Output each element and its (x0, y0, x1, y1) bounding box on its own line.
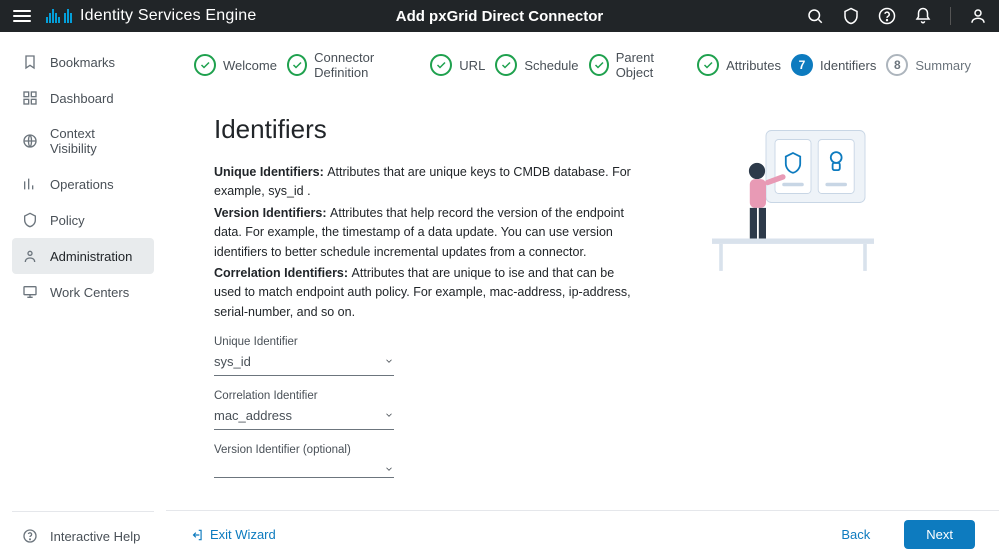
header-divider (950, 7, 951, 25)
sidebar: Bookmarks Dashboard Context Visibility O… (0, 32, 166, 558)
unique-identifier-select[interactable]: sys_id (214, 350, 394, 376)
step-summary[interactable]: 8 Summary (886, 54, 971, 76)
notifications-icon[interactable] (914, 7, 932, 25)
back-button[interactable]: Back (819, 520, 892, 549)
help-icon[interactable] (878, 7, 896, 25)
sidebar-divider (12, 511, 154, 512)
exit-icon (190, 528, 204, 542)
sidebar-item-administration[interactable]: Administration (12, 238, 154, 274)
unique-identifier-label: Unique Identifier (214, 336, 634, 348)
identifiers-illustration-icon (703, 118, 883, 278)
workcenters-icon (22, 284, 38, 300)
step-number: 7 (791, 54, 813, 76)
wizard-stepper: Welcome Connector Definition URL Schedul… (166, 32, 999, 90)
sidebar-item-workcenters[interactable]: Work Centers (12, 274, 154, 310)
exit-label: Exit Wizard (210, 527, 276, 542)
chevron-down-icon (384, 356, 394, 366)
correlation-ident-label: Correlation Identifiers: (214, 266, 352, 280)
step-label: Parent Object (616, 50, 687, 80)
sidebar-item-operations[interactable]: Operations (12, 166, 154, 202)
unique-ident-label: Unique Identifiers: (214, 165, 327, 179)
page-title: Add pxGrid Direct Connector (396, 8, 604, 25)
step-check-icon (697, 54, 719, 76)
step-welcome[interactable]: Welcome (194, 54, 277, 76)
sidebar-item-label: Administration (50, 249, 132, 264)
sidebar-item-bookmarks[interactable]: Bookmarks (12, 44, 154, 80)
sidebar-item-label: Policy (50, 213, 85, 228)
sidebar-item-label: Context Visibility (50, 126, 144, 156)
exit-wizard-button[interactable]: Exit Wizard (190, 527, 276, 542)
step-url[interactable]: URL (430, 54, 485, 76)
step-label: Welcome (223, 58, 277, 73)
step-check-icon (194, 54, 216, 76)
alerts-icon[interactable] (842, 7, 860, 25)
step-label: Identifiers (820, 58, 876, 73)
search-icon[interactable] (806, 7, 824, 25)
step-check-icon (589, 54, 609, 76)
cisco-logo (46, 9, 72, 23)
unique-identifier-value: sys_id (214, 354, 251, 369)
sidebar-item-label: Dashboard (50, 91, 114, 106)
chevron-down-icon (384, 410, 394, 420)
sidebar-item-label: Work Centers (50, 285, 129, 300)
correlation-identifier-value: mac_address (214, 408, 292, 423)
step-parent-object[interactable]: Parent Object (589, 50, 688, 80)
version-ident-label: Version Identifiers: (214, 206, 330, 220)
bookmark-icon (22, 54, 38, 70)
step-label: Connector Definition (314, 50, 420, 80)
interactive-help[interactable]: Interactive Help (12, 522, 154, 558)
illustration-area (634, 114, 951, 510)
help-circle-icon (22, 528, 38, 544)
step-schedule[interactable]: Schedule (495, 54, 578, 76)
step-attributes[interactable]: Attributes (697, 54, 781, 76)
correlation-identifier-select[interactable]: mac_address (214, 404, 394, 430)
section-title: Identifiers (214, 114, 634, 145)
sidebar-item-label: Operations (50, 177, 114, 192)
step-check-icon (495, 54, 517, 76)
step-connector-definition[interactable]: Connector Definition (287, 50, 420, 80)
main-panel: Welcome Connector Definition URL Schedul… (166, 32, 999, 558)
section-description: Unique Identifiers: Attributes that are … (214, 163, 634, 322)
version-identifier-select[interactable] (214, 458, 394, 478)
sidebar-item-context[interactable]: Context Visibility (12, 116, 154, 166)
correlation-identifier-label: Correlation Identifier (214, 390, 634, 402)
wizard-footer: Exit Wizard Back Next (166, 510, 999, 558)
dashboard-icon (22, 90, 38, 106)
sidebar-item-label: Bookmarks (50, 55, 115, 70)
next-button[interactable]: Next (904, 520, 975, 549)
policy-icon (22, 212, 38, 228)
help-label: Interactive Help (50, 529, 140, 544)
menu-icon[interactable] (12, 6, 32, 26)
step-label: Attributes (726, 58, 781, 73)
step-number: 8 (886, 54, 908, 76)
chevron-down-icon (384, 464, 394, 474)
step-label: URL (459, 58, 485, 73)
sidebar-item-dashboard[interactable]: Dashboard (12, 80, 154, 116)
step-label: Summary (915, 58, 971, 73)
step-check-icon (287, 54, 307, 76)
sidebar-item-policy[interactable]: Policy (12, 202, 154, 238)
step-label: Schedule (524, 58, 578, 73)
app-header: Identity Services Engine Add pxGrid Dire… (0, 0, 999, 32)
operations-icon (22, 176, 38, 192)
administration-icon (22, 248, 38, 264)
step-check-icon (430, 54, 452, 76)
version-identifier-label: Version Identifier (optional) (214, 444, 634, 456)
context-icon (22, 133, 38, 149)
user-icon[interactable] (969, 7, 987, 25)
app-title: Identity Services Engine (80, 7, 256, 25)
step-identifiers[interactable]: 7 Identifiers (791, 54, 876, 76)
header-actions (806, 7, 987, 25)
